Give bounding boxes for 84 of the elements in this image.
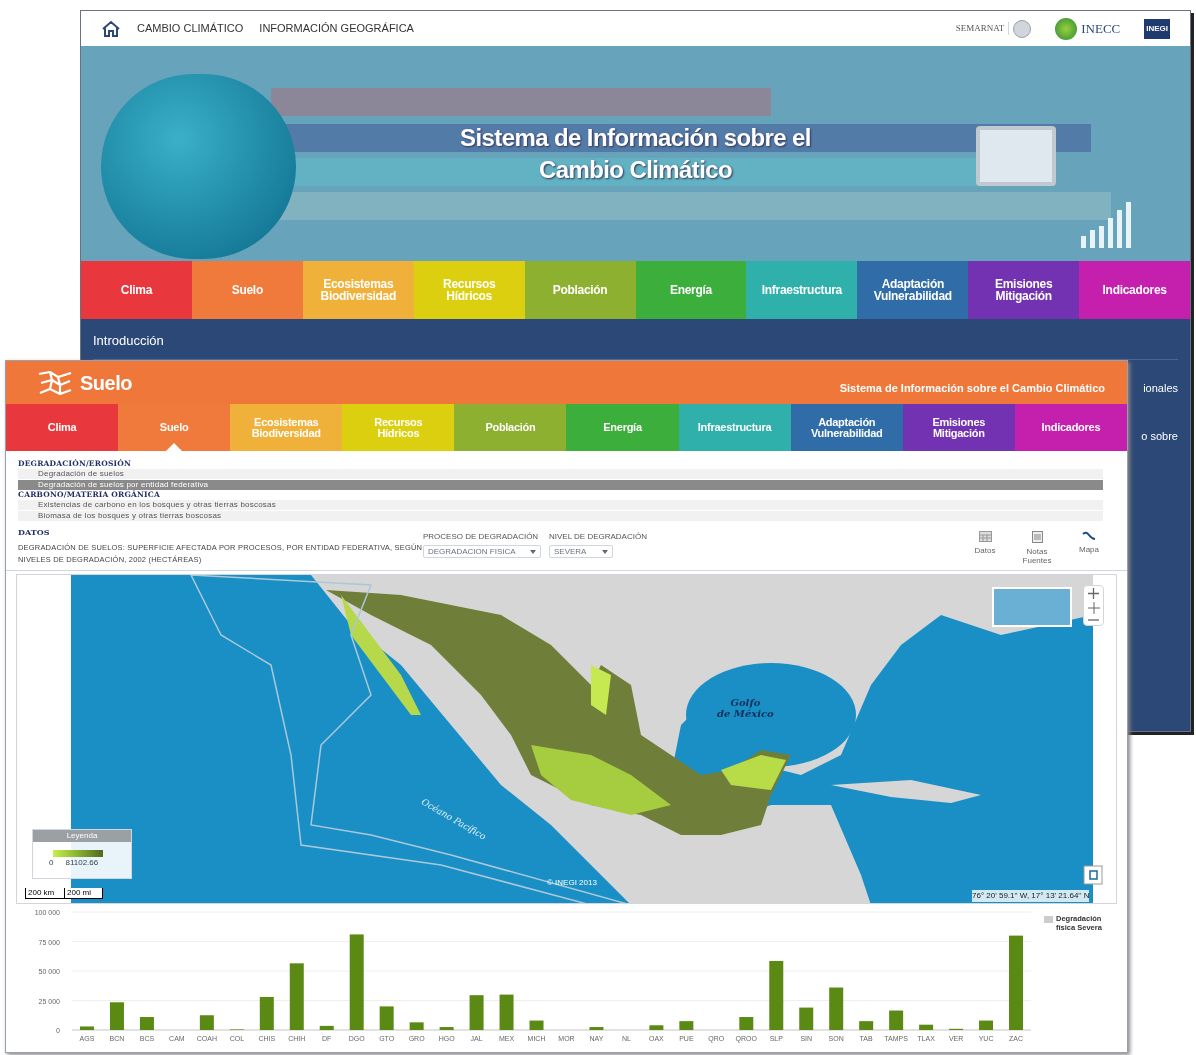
bar	[769, 960, 784, 1030]
logo-text: INECC	[1081, 19, 1121, 38]
nav-tab[interactable]: Clima	[6, 404, 119, 451]
legend-min-label: 0	[49, 857, 54, 869]
bar	[979, 1020, 994, 1030]
scale-bar: 200 km	[25, 888, 65, 899]
menu-item[interactable]: Existencias de carbono en los bosques y otras tierras boscosas	[18, 500, 1103, 511]
bar	[379, 1006, 394, 1030]
dropdown[interactable]: SEVERA	[549, 545, 613, 558]
bar	[439, 1027, 454, 1030]
bar	[529, 1020, 544, 1030]
nav-tab[interactable]: Adaptación Vulnerabilidad	[790, 404, 903, 451]
bar	[889, 1010, 904, 1030]
nav-tab[interactable]: Indicadores	[1079, 261, 1191, 319]
banner-title: Sistema de Información sobre el	[460, 122, 811, 153]
logo-text: SEMARNAT	[955, 21, 1010, 36]
bar	[199, 1015, 214, 1030]
filter-label: NIVEL DE DEGRADACIÓN	[549, 531, 647, 543]
nav-link[interactable]: INFORMACIÓN GEOGRÁFICA	[259, 20, 414, 37]
caret-icon	[602, 549, 608, 554]
nav-tab[interactable]: Adaptación Vulnerabilidad	[857, 261, 969, 319]
bar	[259, 996, 274, 1030]
leaf-logo-icon	[1055, 17, 1078, 40]
bar	[80, 1026, 94, 1030]
notepad-icon	[1031, 531, 1043, 543]
coordinates-text: 76° 20' 59.1'' W, 17° 13' 21.64'' N	[972, 890, 1090, 902]
tool-button[interactable]: Notas Fuentes	[1019, 531, 1055, 565]
nav-tab[interactable]: Emisiones Mitigación	[968, 261, 1080, 319]
bar	[289, 963, 304, 1030]
fullscreen-icon[interactable]	[1083, 865, 1103, 885]
pan-icon[interactable]	[1087, 602, 1100, 614]
bar	[139, 1017, 154, 1030]
bar	[649, 1025, 664, 1030]
bar	[319, 1025, 334, 1030]
menu-text: ionales	[1143, 380, 1178, 396]
nav-tab[interactable]: Energía	[566, 404, 679, 451]
menu-item[interactable]: Degradación de suelos por entidad federativa	[18, 480, 1103, 490]
nav-link[interactable]: CAMBIO CLIMÁTICO	[137, 20, 244, 37]
table-icon	[978, 531, 992, 542]
scale-bar: 200 mi	[65, 888, 103, 899]
nav-tab[interactable]: Clima	[81, 261, 192, 319]
banner-title: Cambio Climático	[538, 154, 733, 185]
bar	[739, 1017, 754, 1030]
section-heading: DATOS	[18, 526, 51, 538]
dropdown[interactable]: DEGRADACION FISICA	[423, 545, 541, 558]
filter-label: PROCESO DE DEGRADACIÓN	[423, 531, 540, 543]
nav-tab[interactable]: Energía	[635, 261, 747, 319]
tool-button[interactable]: Mapa	[1071, 531, 1107, 565]
cracked-soil-icon	[38, 370, 72, 395]
legend-max-label: 81102.66	[65, 857, 99, 869]
menu-text: o sobre	[1141, 429, 1178, 444]
menu-item[interactable]: Degradación de suelos	[18, 469, 1103, 480]
site-title: Sistema de Información sobre el Cambio Climático	[839, 380, 1105, 396]
legend-swatch	[1044, 916, 1053, 923]
bar	[679, 1021, 694, 1030]
color-ramp	[53, 850, 103, 857]
map-label: Golfo de México	[717, 697, 774, 719]
bar	[589, 1027, 604, 1030]
nav-tab[interactable]: Indicadores	[1014, 404, 1127, 451]
legend-title: Leyenda	[33, 830, 131, 842]
nav-tab[interactable]: Infraestructura	[746, 261, 858, 319]
bar	[469, 995, 484, 1030]
overview-map[interactable]	[992, 587, 1072, 627]
zoom-in-icon[interactable]	[1088, 588, 1099, 599]
bar	[799, 1007, 814, 1030]
home-icon[interactable]	[101, 19, 121, 38]
section-title: Suelo	[80, 370, 132, 396]
map-icon	[1082, 531, 1096, 541]
bar	[919, 1024, 934, 1030]
seal-icon	[1013, 19, 1032, 38]
nav-tab[interactable]: Emisiones Mitigación	[902, 404, 1015, 451]
bar	[499, 994, 514, 1030]
bar	[829, 987, 844, 1030]
bar	[109, 1002, 124, 1030]
tool-button[interactable]: Datos	[967, 531, 1003, 565]
bar	[409, 1022, 424, 1030]
caret-icon	[530, 549, 536, 554]
nav-tab[interactable]: Infraestructura	[678, 404, 791, 451]
bar	[859, 1021, 874, 1030]
menu-item[interactable]: Biomasa de los bosques y otras tierras boscosas	[18, 511, 1103, 522]
nav-tab[interactable]: Suelo	[191, 261, 303, 319]
nav-tab[interactable]: Suelo	[118, 404, 231, 451]
logo-text: INEGI	[1144, 18, 1170, 39]
submenu-item[interactable]: Introducción	[93, 323, 1178, 359]
